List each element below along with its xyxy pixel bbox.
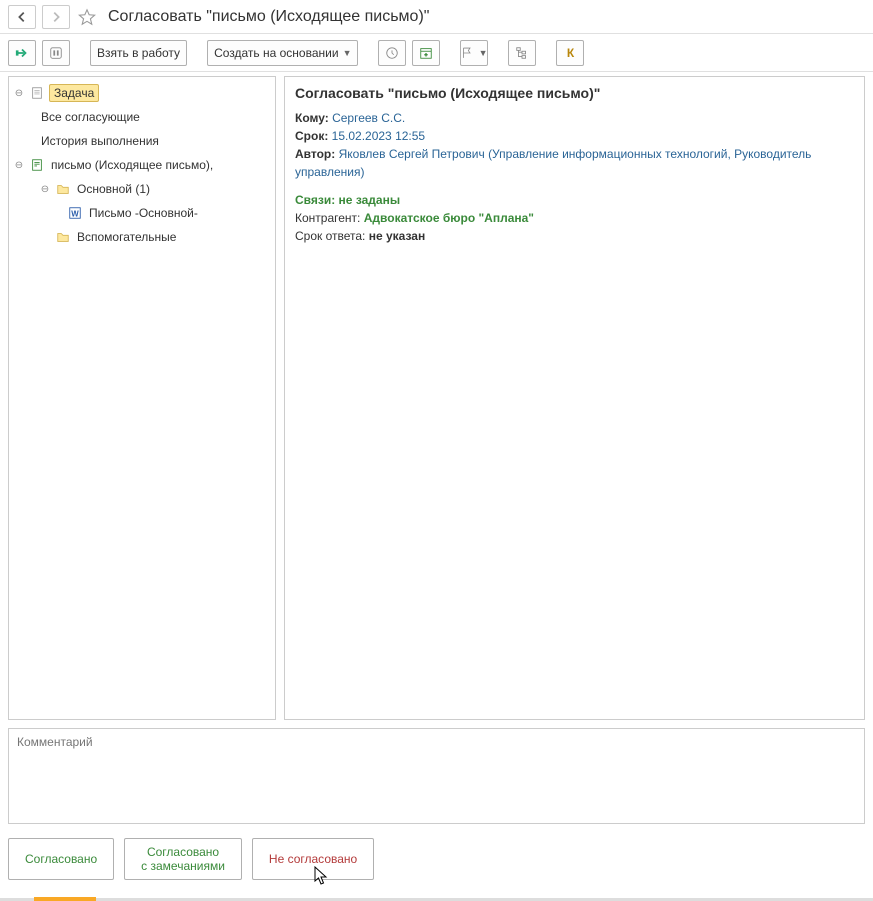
calendar-add-button[interactable] [412, 40, 440, 66]
counterparty-label: Контрагент: [295, 211, 360, 225]
tree-item-main-folder[interactable]: ⊖ Основной (1) [9, 177, 275, 201]
flag-icon [461, 46, 474, 60]
collapse-icon[interactable]: ⊖ [13, 87, 25, 99]
comment-input[interactable] [9, 729, 864, 823]
approve-with-notes-button[interactable]: Согласовано с замечаниями [124, 838, 242, 880]
chevron-down-icon: ▼ [343, 48, 352, 58]
document-green-icon [29, 157, 45, 173]
tree-item-history[interactable]: История выполнения [9, 129, 275, 153]
approve-notes-line2: с замечаниями [141, 859, 225, 873]
back-button[interactable] [8, 5, 36, 29]
svg-text:W: W [71, 210, 79, 219]
counterparty-link[interactable]: Адвокатское бюро "Аплана" [364, 211, 534, 225]
detail-author-row: Автор: Яковлев Сергей Петрович (Управлен… [295, 145, 854, 181]
tree-item-all-approvers[interactable]: Все согласующие [9, 105, 275, 129]
forward-button[interactable] [42, 5, 70, 29]
detail-title: Согласовать "письмо (Исходящее письмо)" [295, 85, 854, 101]
approve-notes-line1: Согласовано [147, 845, 219, 859]
detail-links-row: Связи: не заданы [295, 191, 854, 209]
detail-panel: Согласовать "письмо (Исходящее письмо)" … [284, 76, 865, 720]
tree-label: Все согласующие [39, 108, 142, 126]
tree-item-aux-folder[interactable]: ⊖ Вспомогательные [9, 225, 275, 249]
arrow-left-icon [15, 10, 29, 24]
page-title: Согласовать "письмо (Исходящее письмо)" [108, 8, 429, 26]
title-bar: Согласовать "письмо (Исходящее письмо)" [0, 0, 873, 34]
pause-button[interactable] [42, 40, 70, 66]
bottom-patch [34, 897, 96, 901]
tree-item-letter[interactable]: ⊖ письмо (Исходящее письмо), [9, 153, 275, 177]
create-based-on-button[interactable]: Создать на основании ▼ [207, 40, 358, 66]
chevron-down-icon: ▼ [479, 48, 488, 58]
reply-deadline-label: Срок ответа: [295, 229, 365, 243]
reject-button[interactable]: Не согласовано [252, 838, 374, 880]
detail-counterparty-row: Контрагент: Адвокатское бюро "Аплана" [295, 209, 854, 227]
tree-item-letter-file[interactable]: W Письмо -Основной- [9, 201, 275, 225]
clock-icon [385, 46, 399, 60]
main-area: ⊖ Задача Все согласующие История выполне… [0, 72, 873, 724]
comment-box [8, 728, 865, 824]
detail-deadline-row: Срок: 15.02.2023 12:55 [295, 127, 854, 145]
forward-arrow-icon [15, 46, 29, 60]
flag-dropdown-button[interactable]: ▼ [460, 40, 488, 66]
detail-reply-deadline-row: Срок ответа: не указан [295, 227, 854, 245]
approve-button[interactable]: Согласовано [8, 838, 114, 880]
to-label: Кому: [295, 111, 329, 125]
word-file-icon: W [67, 205, 83, 221]
collapse-icon[interactable]: ⊖ [13, 159, 25, 171]
clock-button[interactable] [378, 40, 406, 66]
arrow-right-icon [49, 10, 63, 24]
tree-label: письмо (Исходящее письмо), [49, 156, 215, 174]
detail-to-row: Кому: Сергеев С.С. [295, 109, 854, 127]
take-to-work-button[interactable]: Взять в работу [90, 40, 187, 66]
tree-label: Письмо -Основной- [87, 204, 200, 222]
toolbar: Взять в работу Создать на основании ▼ ▼ … [0, 34, 873, 72]
star-icon [78, 8, 96, 26]
calendar-plus-icon [419, 46, 433, 60]
document-icon [29, 85, 45, 101]
action-bar: Согласовано Согласовано с замечаниями Не… [0, 828, 873, 890]
reply-deadline-value: не указан [369, 229, 425, 243]
author-label: Автор: [295, 147, 335, 161]
deadline-label: Срок: [295, 129, 328, 143]
tree-panel: ⊖ Задача Все согласующие История выполне… [8, 76, 276, 720]
tree-label: Вспомогательные [75, 228, 178, 246]
pause-icon [49, 46, 63, 60]
tree-label: История выполнения [39, 132, 161, 150]
k-button[interactable]: К [556, 40, 584, 66]
create-based-label: Создать на основании [214, 46, 339, 60]
forward-process-button[interactable] [8, 40, 36, 66]
author-link[interactable]: Яковлев Сергей Петрович (Управление инфо… [295, 147, 811, 179]
favorite-button[interactable] [76, 6, 98, 28]
folder-icon [55, 181, 71, 197]
collapse-icon[interactable]: ⊖ [39, 183, 51, 195]
tree-icon [515, 46, 529, 60]
folder-icon [55, 229, 71, 245]
deadline-link[interactable]: 15.02.2023 12:55 [332, 129, 425, 143]
tree-label: Основной (1) [75, 180, 152, 198]
tree-item-task[interactable]: ⊖ Задача [9, 81, 275, 105]
links-link[interactable]: Связи: не заданы [295, 193, 400, 207]
to-link[interactable]: Сергеев С.С. [332, 111, 405, 125]
tree-view-button[interactable] [508, 40, 536, 66]
tree-label: Задача [49, 84, 99, 102]
